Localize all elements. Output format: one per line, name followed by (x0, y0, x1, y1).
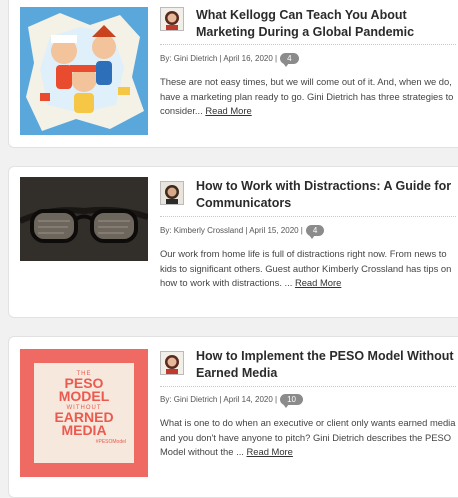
post-card: What Kellogg Can Teach You About Marketi… (8, 0, 458, 148)
post-excerpt: What is one to do when an executive or c… (160, 416, 458, 460)
author-photo-icon (161, 8, 183, 30)
divider (160, 386, 456, 387)
post-card: How to Work with Distractions: A Guide f… (8, 166, 458, 318)
author-avatar[interactable] (160, 7, 184, 31)
post-title[interactable]: What Kellogg Can Teach You About Marketi… (196, 7, 456, 41)
excerpt-text: What is one to do when an executive or c… (160, 417, 456, 457)
excerpt-text: These are not easy times, but we will co… (160, 76, 454, 116)
post-byline: By: Kimberly Crossland | April 15, 2020 … (160, 226, 303, 235)
read-more-link[interactable]: Read More (295, 277, 341, 288)
author-photo-icon (161, 352, 183, 374)
comment-count-badge[interactable]: 4 (305, 225, 325, 239)
post-title[interactable]: How to Implement the PESO Model Without … (196, 348, 456, 382)
post-thumbnail-peso[interactable]: THE PESO MODEL WITHOUT EARNED MEDIA #PES… (20, 349, 148, 477)
divider (160, 216, 456, 217)
divider (160, 44, 456, 45)
post-thumbnail-distractions[interactable] (20, 177, 148, 261)
post-excerpt: These are not easy times, but we will co… (160, 75, 458, 119)
post-byline: By: Gini Dietrich | April 14, 2020 | (160, 395, 278, 404)
post-meta: By: Kimberly Crossland | April 15, 2020 … (160, 225, 325, 239)
post-title[interactable]: How to Work with Distractions: A Guide f… (196, 178, 456, 212)
read-more-link[interactable]: Read More (247, 446, 293, 457)
peso-hashtag: #PESOModel (95, 439, 126, 445)
cartoon-characters-image (20, 7, 148, 135)
post-card: THE PESO MODEL WITHOUT EARNED MEDIA #PES… (8, 336, 458, 498)
peso-line: MODEL (58, 388, 110, 404)
author-avatar[interactable] (160, 351, 184, 375)
read-more-link[interactable]: Read More (205, 105, 251, 116)
comment-count-badge[interactable]: 4 (280, 53, 299, 67)
author-avatar[interactable] (160, 181, 184, 205)
post-byline: By: Gini Dietrich | April 16, 2020 | (160, 54, 278, 63)
post-thumbnail-kellogg[interactable] (20, 7, 148, 135)
eyeglasses-image (20, 177, 148, 261)
post-meta: By: Gini Dietrich | April 14, 2020 | 10 (160, 394, 304, 408)
comment-count-badge[interactable]: 10 (280, 394, 304, 408)
peso-graphic: THE PESO MODEL WITHOUT EARNED MEDIA #PES… (34, 363, 134, 463)
author-photo-icon (161, 182, 183, 204)
peso-line: MEDIA (61, 422, 107, 438)
post-meta: By: Gini Dietrich | April 16, 2020 | 4 (160, 53, 299, 67)
post-excerpt: Our work from home life is full of distr… (160, 247, 458, 291)
